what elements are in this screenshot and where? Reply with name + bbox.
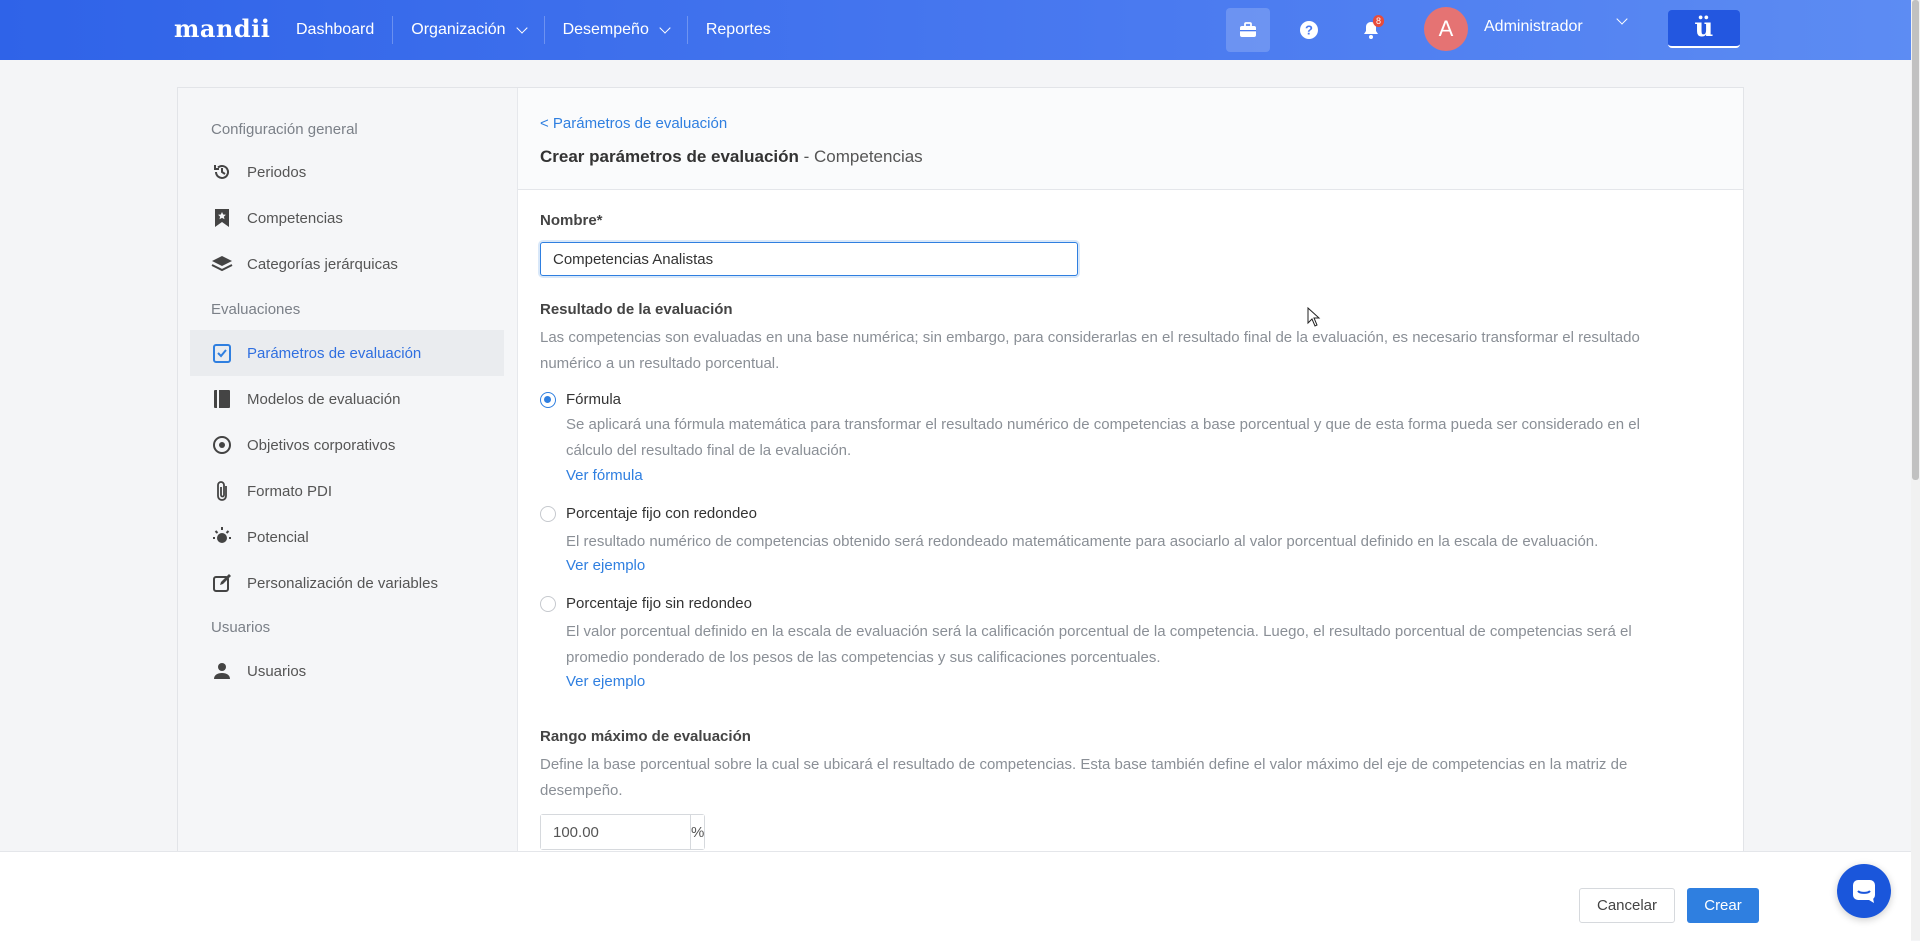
page-title-main: Crear parámetros de evaluación <box>540 147 799 166</box>
range-description: Define la base porcentual sobre la cual … <box>540 756 1628 799</box>
scrollbar-thumb[interactable] <box>1912 0 1919 480</box>
edit-icon <box>211 572 233 594</box>
nav-desempeno-label: Desempeño <box>562 21 649 38</box>
sidebar-item-modelos[interactable]: Modelos de evaluación <box>190 376 504 422</box>
page-scrollbar[interactable] <box>1911 0 1920 940</box>
mouse-cursor-icon <box>1307 307 1321 327</box>
logo[interactable]: mandii <box>174 14 270 43</box>
nav-organizacion-label: Organización <box>411 21 506 38</box>
sidebar-item-label: Parámetros de evaluación <box>247 344 422 362</box>
cancel-button[interactable]: Cancelar <box>1579 888 1675 923</box>
range-title: Rango máximo de evaluación <box>540 728 751 745</box>
avatar[interactable]: A <box>1424 7 1468 51</box>
briefcase-icon <box>1240 22 1256 37</box>
sidebar-item-competencias[interactable]: Competencias <box>190 195 504 241</box>
sidebar-section-title: Evaluaciones <box>211 301 301 318</box>
sidebar-item-label: Periodos <box>247 163 307 181</box>
range-max-field[interactable] <box>541 815 690 849</box>
sidebar-item-parametros[interactable]: Parámetros de evaluación <box>190 330 504 376</box>
chat-icon <box>1853 880 1875 903</box>
nav-reportes[interactable]: Reportes <box>688 0 789 60</box>
radio-fijo-con-redondeo[interactable]: Porcentaje fijo con redondeo <box>540 505 757 522</box>
sidebar-item-label: Potencial <box>247 528 309 546</box>
page-header: < Parámetros de evaluación Crear parámet… <box>518 88 1743 190</box>
radio-label: Porcentaje fijo sin redondeo <box>566 595 752 612</box>
name-label: Nombre* <box>540 212 603 229</box>
option-description: El resultado numérico de competencias ob… <box>566 533 1599 550</box>
svg-text:?: ? <box>1305 23 1313 38</box>
nav-dashboard[interactable]: Dashboard <box>278 0 392 60</box>
help-icon: ? <box>1300 21 1318 39</box>
chat-button[interactable] <box>1837 864 1891 918</box>
sidebar-item-personalizacion[interactable]: Personalización de variables <box>190 560 504 606</box>
radio-button[interactable] <box>540 595 556 612</box>
top-navbar: mandii Dashboard Organización Desempeño … <box>0 0 1920 60</box>
sidebar-item-label: Usuarios <box>247 662 307 680</box>
option-description: El valor porcentual definido en la escal… <box>566 623 1632 666</box>
main-card: Configuración general Periodos Competenc… <box>177 87 1744 878</box>
radio-label: Fórmula <box>566 391 622 408</box>
sun-icon <box>211 526 233 548</box>
radio-button[interactable] <box>540 505 556 522</box>
nav-organizacion[interactable]: Organización <box>393 0 543 60</box>
page-title-suffix: - Competencias <box>798 147 923 166</box>
result-description: Las competencias son evaluadas en una ba… <box>540 329 1640 372</box>
brand-app-button[interactable]: ü <box>1668 10 1740 48</box>
sidebar-section-title: Configuración general <box>211 121 358 138</box>
notifications-button[interactable]: 8 <box>1349 8 1393 52</box>
ver-ejemplo-link[interactable]: Ver ejemplo <box>566 557 645 574</box>
result-title: Resultado de la evaluación <box>540 301 733 318</box>
radio-button[interactable] <box>540 391 556 408</box>
sidebar-item-objetivos[interactable]: Objetivos corporativos <box>190 422 504 468</box>
sidebar-item-label: Personalización de variables <box>247 574 438 592</box>
user-icon <box>211 660 233 682</box>
target-icon <box>211 434 233 456</box>
bookmark-star-icon <box>211 207 233 229</box>
percent-addon: % <box>690 815 705 849</box>
radio-formula[interactable]: Fórmula <box>540 391 621 408</box>
page-title: Crear parámetros de evaluación - Compete… <box>540 147 923 167</box>
radio-fijo-sin-redondeo[interactable]: Porcentaje fijo sin redondeo <box>540 595 752 612</box>
nav-desempeno[interactable]: Desempeño <box>545 0 687 60</box>
chevron-down-icon[interactable] <box>1616 13 1628 25</box>
book-icon <box>211 388 233 410</box>
layers-icon <box>211 253 233 275</box>
chevron-down-icon <box>515 21 528 34</box>
sidebar-item-potencial[interactable]: Potencial <box>190 514 504 560</box>
chevron-down-icon <box>659 21 671 34</box>
briefcase-button[interactable] <box>1226 8 1270 52</box>
clipboard-check-icon <box>211 342 233 364</box>
sidebar-item-formato-pdi[interactable]: Formato PDI <box>190 468 504 514</box>
action-footer: Cancelar Crear <box>0 851 1911 941</box>
history-icon <box>211 161 233 183</box>
settings-sidebar: Configuración general Periodos Competenc… <box>178 88 518 878</box>
sidebar-item-label: Objetivos corporativos <box>247 436 396 454</box>
main-nav: Dashboard Organización Desempeño Reporte… <box>278 0 789 60</box>
create-button[interactable]: Crear <box>1687 888 1759 923</box>
nav-dashboard-label: Dashboard <box>296 21 375 38</box>
ver-formula-link[interactable]: Ver fórmula <box>566 467 643 484</box>
form-content: < Parámetros de evaluación Crear parámet… <box>518 88 1743 878</box>
sidebar-item-usuarios[interactable]: Usuarios <box>190 648 504 694</box>
sidebar-item-categorias[interactable]: Categorías jerárquicas <box>190 241 504 287</box>
sidebar-item-label: Competencias <box>247 209 343 227</box>
range-input-group: % <box>540 814 705 850</box>
sidebar-item-label: Formato PDI <box>247 482 333 500</box>
name-field[interactable] <box>540 242 1078 276</box>
sidebar-item-label: Modelos de evaluación <box>247 390 401 408</box>
paperclip-icon <box>211 480 233 502</box>
radio-label: Porcentaje fijo con redondeo <box>566 505 757 522</box>
back-link[interactable]: < Parámetros de evaluación <box>540 115 727 132</box>
sidebar-item-periodos[interactable]: Periodos <box>190 149 504 195</box>
user-name[interactable]: Administrador <box>1484 18 1583 36</box>
ver-ejemplo-link[interactable]: Ver ejemplo <box>566 673 645 690</box>
notification-badge: 8 <box>1372 15 1384 27</box>
sidebar-item-label: Categorías jerárquicas <box>247 255 398 273</box>
sidebar-section-title: Usuarios <box>211 619 271 636</box>
help-button[interactable]: ? <box>1287 8 1331 52</box>
option-description: Se aplicará una fórmula matemática para … <box>566 416 1640 459</box>
nav-reportes-label: Reportes <box>705 21 771 38</box>
